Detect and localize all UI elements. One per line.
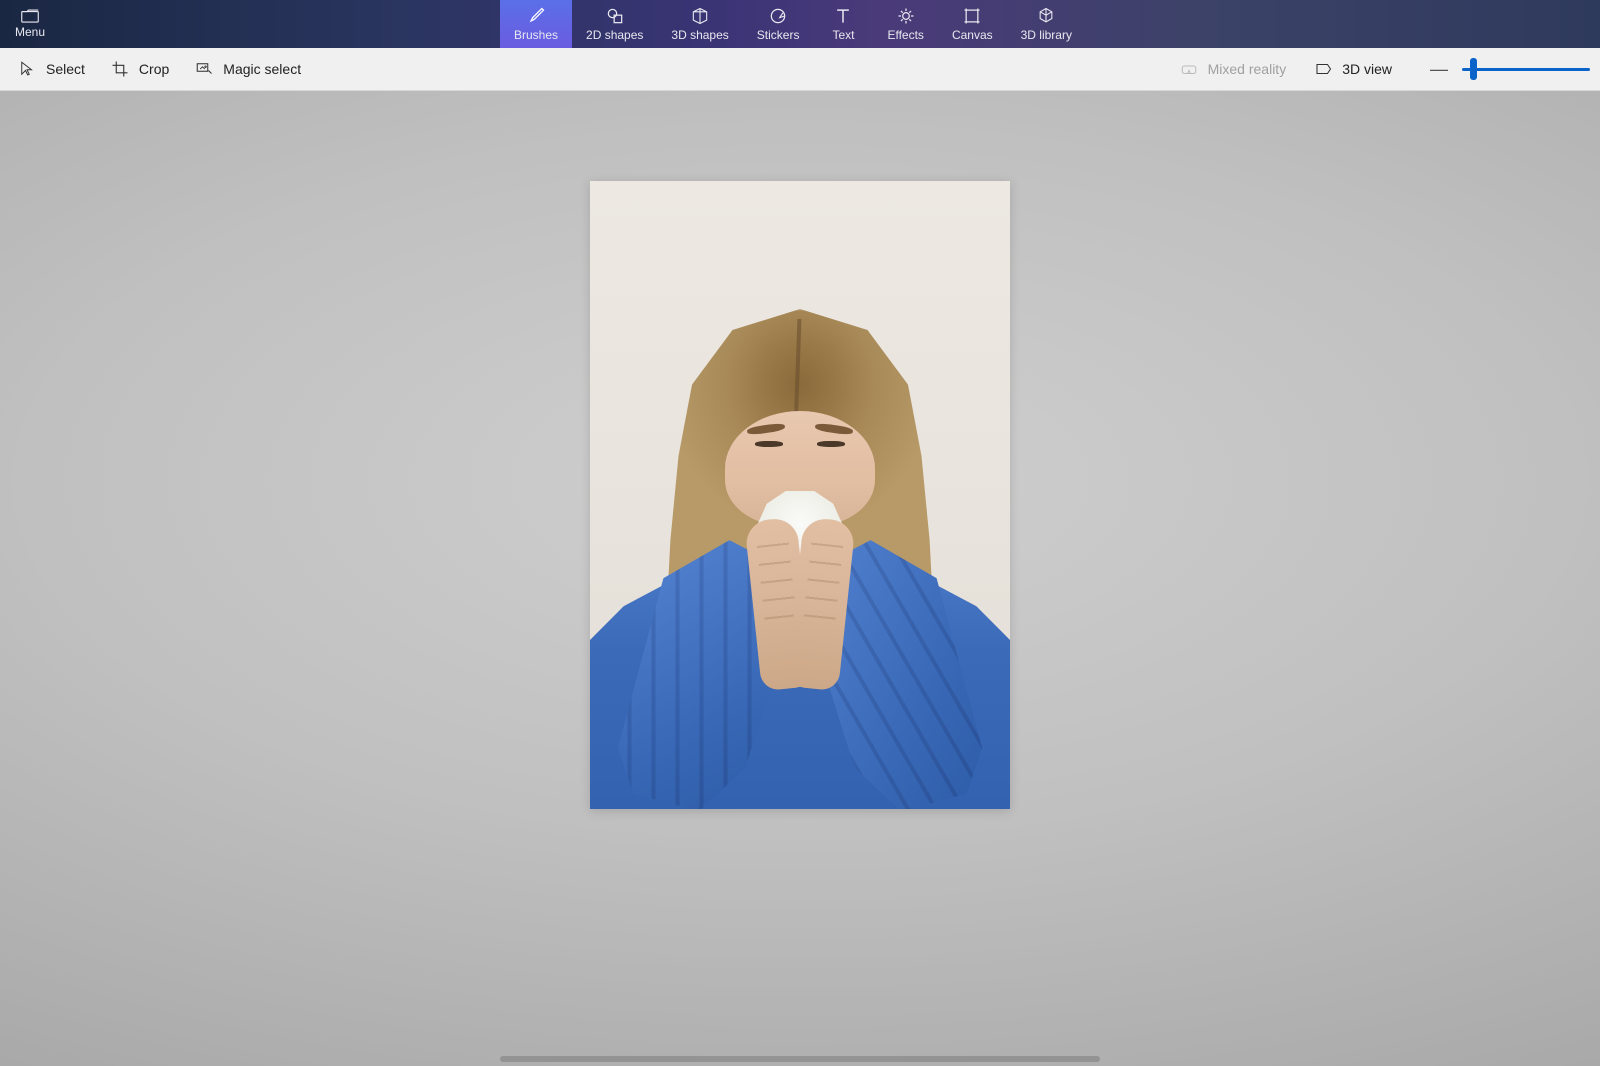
ribbon-tabs: Brushes 2D shapes 3D shapes Stickers (500, 0, 1086, 48)
ribbon-tab-label: Canvas (952, 28, 993, 42)
ribbon-tab-text[interactable]: Text (813, 0, 873, 48)
photo-hands (745, 519, 855, 699)
menu-label: Menu (15, 25, 45, 39)
ribbon-tab-label: 3D shapes (671, 28, 728, 42)
zoom-control: — (1424, 59, 1590, 80)
crop-button[interactable]: Crop (103, 54, 183, 84)
zoom-slider[interactable] (1462, 59, 1590, 79)
magic-select-button[interactable]: Magic select (187, 54, 315, 84)
ribbon-tab-brushes[interactable]: Brushes (500, 0, 572, 48)
ribbon-tab-label: 3D library (1021, 28, 1072, 42)
magic-select-icon (195, 60, 213, 78)
menu-button[interactable]: Menu (0, 0, 60, 48)
ribbon-tab-label: 2D shapes (586, 28, 643, 42)
ribbon-tab-label: Brushes (514, 28, 558, 42)
ribbon-tab-label: Effects (887, 28, 923, 42)
sub-toolbar-right: Mixed reality 3D view — (1172, 54, 1590, 84)
shapes-2d-icon (605, 6, 625, 26)
canvas-workspace[interactable] (0, 91, 1600, 1066)
top-ribbon: Menu Brushes 2D shapes 3D shapes (0, 0, 1600, 48)
tool-label: Crop (139, 61, 169, 77)
ribbon-tab-2d-shapes[interactable]: 2D shapes (572, 0, 657, 48)
tool-label: Magic select (223, 61, 301, 77)
ribbon-tab-3d-shapes[interactable]: 3D shapes (657, 0, 742, 48)
tool-label: 3D view (1342, 61, 1392, 77)
pointer-icon (18, 60, 36, 78)
canvas-icon (962, 6, 982, 26)
folder-icon (21, 9, 39, 23)
zoom-track-empty (1474, 68, 1590, 71)
canvas-image[interactable] (590, 181, 1010, 809)
shapes-3d-icon (690, 6, 710, 26)
mixed-reality-icon (1180, 60, 1198, 78)
photo-content (590, 181, 1010, 809)
crop-icon (111, 60, 129, 78)
library-3d-icon (1036, 6, 1056, 26)
ribbon-tab-3d-library[interactable]: 3D library (1007, 0, 1086, 48)
3d-view-button[interactable]: 3D view (1306, 54, 1406, 84)
ribbon-tab-label: Stickers (757, 28, 800, 42)
ribbon-tab-stickers[interactable]: Stickers (743, 0, 814, 48)
ribbon-tab-label: Text (832, 28, 854, 42)
mixed-reality-button: Mixed reality (1172, 54, 1301, 84)
ribbon-tab-canvas[interactable]: Canvas (938, 0, 1007, 48)
tool-label: Mixed reality (1208, 61, 1287, 77)
sub-toolbar: Select Crop Magic select Mixed reality (0, 48, 1600, 91)
brush-icon (526, 6, 546, 26)
horizontal-scrollbar[interactable] (500, 1056, 1100, 1062)
sub-toolbar-left: Select Crop Magic select (10, 54, 315, 84)
view-3d-icon (1314, 60, 1332, 78)
select-button[interactable]: Select (10, 54, 99, 84)
zoom-out-button[interactable]: — (1424, 59, 1454, 80)
effects-icon (896, 6, 916, 26)
tool-label: Select (46, 61, 85, 77)
text-icon (833, 6, 853, 26)
zoom-slider-thumb[interactable] (1470, 58, 1477, 80)
sticker-icon (768, 6, 788, 26)
ribbon-tab-effects[interactable]: Effects (873, 0, 937, 48)
